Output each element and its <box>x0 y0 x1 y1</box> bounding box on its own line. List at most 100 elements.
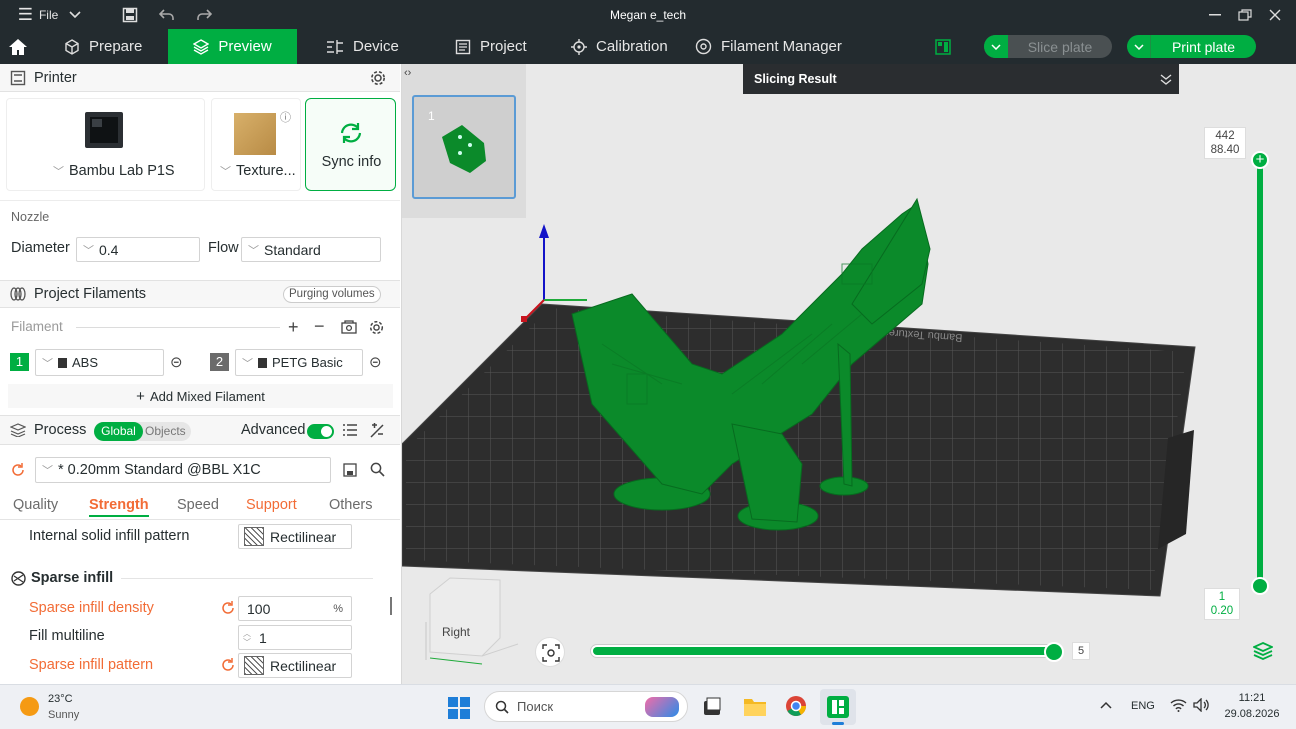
reset-view-button[interactable] <box>535 637 565 667</box>
list-icon[interactable] <box>343 424 357 437</box>
advanced-switch[interactable] <box>307 424 334 439</box>
3d-viewport[interactable]: Bambu Textured PEI Plate ‹› 1 Slicing Re… <box>402 64 1296 684</box>
task-view-icon[interactable] <box>702 697 722 717</box>
fill-multiline-stepper[interactable]: ︿ ﹀ 1 <box>238 625 352 650</box>
purging-volumes-button[interactable]: Purging volumes <box>283 286 381 303</box>
sync-filament-icon[interactable] <box>341 320 357 334</box>
slice-dropdown-icon[interactable] <box>984 35 1008 58</box>
info-icon[interactable]: ⓘ <box>280 109 291 125</box>
double-chevron-down-icon[interactable] <box>1160 74 1172 86</box>
gear-icon[interactable] <box>370 70 386 86</box>
layers-icon[interactable] <box>1253 642 1273 660</box>
remove-filament-icon[interactable]: − <box>314 316 325 337</box>
layer-slider-bottom-handle[interactable] <box>1251 577 1269 595</box>
stepper-arrows-icon[interactable]: ︿ ﹀ <box>239 629 259 647</box>
main-toolbar: Prepare Preview Device Project Calibrati… <box>0 29 1296 64</box>
reset-icon[interactable] <box>221 658 235 672</box>
plate-card[interactable]: ⓘ ﹀ Texture... <box>211 98 301 191</box>
tab-strength[interactable]: Strength <box>89 497 149 517</box>
settings-sidebar: Printer ﹀ Bambu Lab P1S ⓘ ﹀ Texture... Syn… <box>0 64 402 684</box>
filament-1-number[interactable]: 1 <box>10 353 29 371</box>
chevron-down-icon: ﹀ <box>83 244 94 257</box>
filament-2-options-icon[interactable]: ⊝ <box>369 353 382 371</box>
chrome-icon[interactable] <box>785 695 807 717</box>
plate-thumbnail-model <box>442 125 486 173</box>
add-mixed-filament-button[interactable]: + Add Mixed Filament <box>8 384 393 408</box>
layer-slider-top-handle[interactable]: + <box>1251 151 1269 169</box>
chevron-up-icon[interactable] <box>1100 701 1112 709</box>
print-dropdown-icon[interactable] <box>1127 35 1151 58</box>
home-icon[interactable] <box>8 29 32 64</box>
gear-icon[interactable] <box>369 320 384 335</box>
layer-top-label: 442 88.40 <box>1204 127 1246 159</box>
layer-bottom-label: 1 0.20 <box>1204 588 1240 620</box>
pattern-icon <box>244 527 264 546</box>
windows-start-icon[interactable] <box>448 697 470 719</box>
search-icon[interactable] <box>370 462 385 477</box>
close-icon[interactable] <box>1263 0 1287 29</box>
sync-info-button[interactable]: Sync info <box>305 98 396 191</box>
compare-icon[interactable] <box>370 423 384 438</box>
minimize-icon[interactable] <box>1203 0 1227 29</box>
flow-select[interactable]: ﹀ Standard <box>241 237 381 262</box>
printer-card[interactable]: ﹀ Bambu Lab P1S <box>6 98 205 191</box>
filament-2-number[interactable]: 2 <box>210 353 229 371</box>
view-cube[interactable]: Right <box>422 572 522 668</box>
plus-icon: + <box>136 387 145 405</box>
bambu-studio-taskbar-button[interactable] <box>820 689 856 725</box>
spool-icon <box>695 38 712 55</box>
volume-icon[interactable] <box>1193 698 1210 712</box>
collapse-panel-icon[interactable]: ‹› <box>404 67 411 79</box>
sparse-infill-pattern-select[interactable]: Rectilinear <box>238 653 352 678</box>
clock-time[interactable]: 11:21 <box>1222 692 1282 704</box>
printer-icon <box>10 70 26 85</box>
reset-icon[interactable] <box>11 463 25 477</box>
wifi-icon[interactable] <box>1170 698 1187 712</box>
tab-project[interactable]: Project <box>455 29 527 64</box>
flow-label: Flow <box>208 240 239 256</box>
print-plate-button[interactable]: Print plate <box>1127 35 1256 58</box>
tab-support[interactable]: Support <box>246 497 297 513</box>
move-slider-handle[interactable] <box>1044 642 1064 662</box>
plate-view-icon[interactable] <box>935 29 953 64</box>
plate-thumbnail[interactable]: 1 <box>412 95 516 199</box>
reset-icon[interactable] <box>221 601 235 615</box>
layer-slider-track[interactable] <box>1257 161 1263 587</box>
sparse-infill-density-input[interactable]: 100% <box>238 596 352 621</box>
tab-filament-manager[interactable]: Filament Manager <box>695 29 842 64</box>
restore-icon[interactable] <box>1233 0 1257 29</box>
language-indicator[interactable]: ENG <box>1131 700 1155 712</box>
diameter-select[interactable]: ﹀ 0.4 <box>76 237 200 262</box>
clock-date[interactable]: 29.08.2026 <box>1222 708 1282 720</box>
objects-toggle[interactable]: Objects <box>145 422 186 441</box>
move-slider[interactable] <box>590 644 1055 658</box>
printer-section-header: Printer <box>0 64 400 92</box>
internal-solid-infill-select[interactable]: Rectilinear <box>238 524 352 549</box>
tab-calibration[interactable]: Calibration <box>571 29 668 64</box>
filament-1-select[interactable]: ﹀ ABS <box>35 349 164 376</box>
tab-device[interactable]: Device <box>326 29 399 64</box>
tab-speed[interactable]: Speed <box>177 497 219 513</box>
global-toggle[interactable]: Global <box>94 422 143 441</box>
tab-prepare[interactable]: Prepare <box>64 29 142 64</box>
slice-plate-button[interactable]: Slice plate <box>984 35 1112 58</box>
global-objects-toggle[interactable]: Global Objects <box>94 422 191 441</box>
file-explorer-icon[interactable] <box>744 696 766 716</box>
slicing-result-panel[interactable]: Slicing Result <box>743 64 1179 94</box>
tab-preview[interactable]: Preview <box>168 29 297 64</box>
move-slider-fill <box>593 647 1049 655</box>
chevron-down-icon: ﹀ <box>248 244 259 257</box>
filament-2-select[interactable]: ﹀ PETG Basic <box>235 349 363 376</box>
window-title: Megan e_tech <box>609 8 687 22</box>
weather-status[interactable]: Sunny <box>48 709 79 721</box>
panel-scrollbar[interactable] <box>390 597 392 615</box>
filament-icon <box>10 287 26 301</box>
tab-others[interactable]: Others <box>329 497 373 513</box>
tab-quality[interactable]: Quality <box>13 497 58 513</box>
save-preset-icon[interactable] <box>343 463 357 477</box>
weather-temp[interactable]: 23°C <box>48 693 73 705</box>
taskbar-search[interactable]: Поиск <box>484 691 688 722</box>
add-filament-icon[interactable]: + <box>288 317 299 338</box>
filament-1-options-icon[interactable]: ⊝ <box>170 353 183 371</box>
process-preset-select[interactable]: ﹀ * 0.20mm Standard @BBL X1C <box>35 457 331 483</box>
